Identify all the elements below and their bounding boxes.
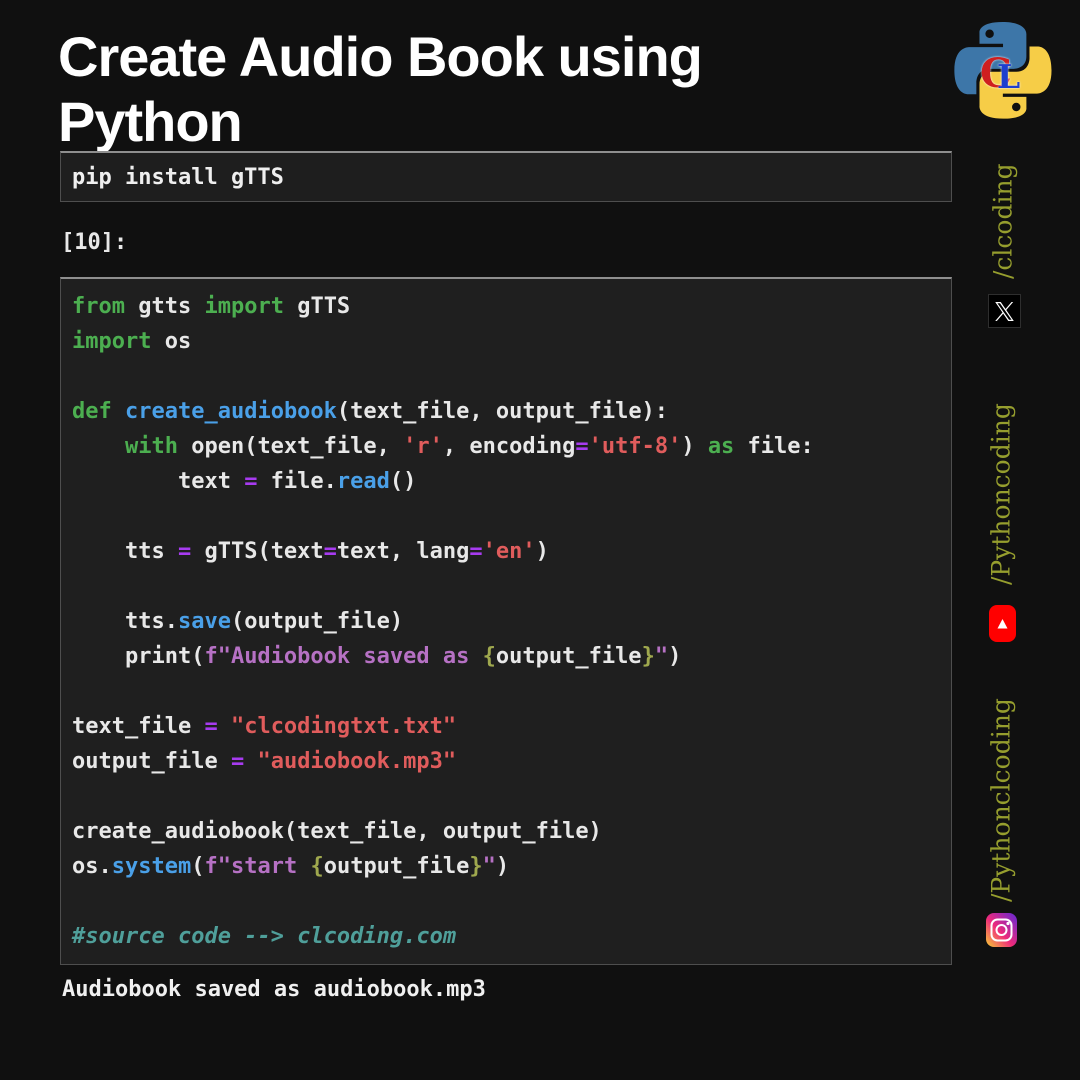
code-token: #source code --> clcoding.com <box>72 924 457 949</box>
code-token: read <box>336 469 390 494</box>
code-token: ) <box>668 644 682 669</box>
code-token: (text_file, output_file): <box>336 399 669 424</box>
code-token: } <box>469 854 483 879</box>
code-token: with <box>124 434 178 459</box>
code-line: tts.save(output_file) <box>72 604 951 639</box>
code-token: as <box>707 434 735 459</box>
code-cell: from gtts import gTTS import os def creat… <box>60 277 952 965</box>
code-token: = <box>575 434 589 459</box>
code-token: gTTS(text <box>191 539 324 564</box>
code-token: file: <box>734 434 814 459</box>
code-token: from <box>72 294 125 319</box>
code-token: output_file <box>72 749 231 774</box>
instagram-icon[interactable] <box>986 913 1017 947</box>
sidebar-handle-pythonclcoding[interactable]: /Pythonclcoding <box>984 694 1018 906</box>
code-token: (output_file) <box>230 609 404 634</box>
sidebar-handle-clcoding[interactable]: /clcoding <box>986 150 1020 292</box>
code-lines: from gtts import gTTS import os def creat… <box>72 289 951 954</box>
code-token: = <box>204 714 218 739</box>
code-token: { <box>482 644 496 669</box>
code-line: text = file.read() <box>72 464 951 499</box>
code-token: text_file <box>72 714 205 739</box>
code-line: create_audiobook(text_file, output_file) <box>72 814 951 849</box>
code-line: #source code --> clcoding.com <box>72 919 951 954</box>
code-token: " <box>654 644 669 669</box>
code-token: def <box>72 399 112 424</box>
code-line: os.system(f"start {output_file}") <box>72 849 951 884</box>
code-token: 'en' <box>482 539 536 564</box>
code-token: os. <box>72 854 112 879</box>
code-token: = <box>230 749 245 774</box>
code-token: output_file <box>323 854 470 879</box>
code-token: import <box>72 329 152 354</box>
badge-letter-l: L <box>997 57 1021 96</box>
code-token: 'r' <box>403 434 443 459</box>
code-token: , encoding <box>442 434 576 459</box>
code-token: tts. <box>72 609 178 634</box>
code-token: text <box>72 469 245 494</box>
x-icon[interactable] <box>988 294 1021 328</box>
cell-output-text: Audiobook saved as audiobook.mp3 <box>62 977 486 1002</box>
code-token: " <box>482 854 496 879</box>
code-token: open(text_file, <box>177 434 404 459</box>
code-line: from gtts import gTTS <box>72 289 951 324</box>
code-line: tts = gTTS(text=text, lang='en') <box>72 534 951 569</box>
code-token: () <box>389 469 417 494</box>
code-token: = <box>244 469 258 494</box>
python-logo-icon: C L <box>954 22 1052 119</box>
code-token: ) <box>681 434 708 459</box>
code-token: system <box>111 854 192 879</box>
code-token: ) <box>495 854 510 879</box>
clcoding-badge: C L <box>980 50 1026 97</box>
code-token: 'utf-8' <box>588 434 682 459</box>
code-token: = <box>469 539 483 564</box>
code-token: } <box>641 644 655 669</box>
code-token: "audiobook.mp3" <box>257 749 457 774</box>
code-token: text, lang <box>336 539 470 564</box>
code-line: print(f"Audiobook saved as {output_file}… <box>72 639 951 674</box>
sidebar-handle-pythoncoding[interactable]: /Pythoncoding <box>984 400 1018 588</box>
code-token: file. <box>257 469 337 494</box>
code-token: create_audiobook <box>125 399 337 424</box>
code-line: text_file = "clcodingtxt.txt" <box>72 709 951 744</box>
post-canvas: Create Audio Book using Python C L pip i… <box>0 0 1080 1080</box>
code-token: ( <box>191 854 205 879</box>
code-token: = <box>177 539 192 564</box>
code-token: "clcodingtxt.txt" <box>230 714 457 739</box>
code-line: with open(text_file, 'r', encoding='utf-… <box>72 429 951 464</box>
code-token: ) <box>535 539 549 564</box>
code-line: def create_audiobook(text_file, output_f… <box>72 394 951 429</box>
code-token: save <box>177 609 231 634</box>
code-token: print( <box>72 644 205 669</box>
page-title: Create Audio Book using Python <box>58 25 703 153</box>
code-line: import os <box>72 324 951 359</box>
youtube-icon[interactable] <box>989 605 1016 642</box>
code-token: = <box>323 539 337 564</box>
code-token: create_audiobook(text_file, output_file) <box>72 819 602 844</box>
code-token: { <box>310 854 324 879</box>
code-token: tts <box>72 539 178 564</box>
code-token: output_file <box>495 644 642 669</box>
code-token: import <box>204 294 284 319</box>
code-token: f"start <box>204 854 311 879</box>
pip-install-text: pip install gTTS <box>72 164 284 190</box>
cell-execution-label: [10]: <box>61 230 128 255</box>
code-line: output_file = "audiobook.mp3" <box>72 744 951 779</box>
pip-install-cell: pip install gTTS <box>60 151 952 202</box>
code-token: gTTS <box>283 294 351 319</box>
code-token: f"Audiobook saved as <box>204 644 483 669</box>
code-token: gtts <box>124 294 205 319</box>
code-token: os <box>151 329 192 354</box>
